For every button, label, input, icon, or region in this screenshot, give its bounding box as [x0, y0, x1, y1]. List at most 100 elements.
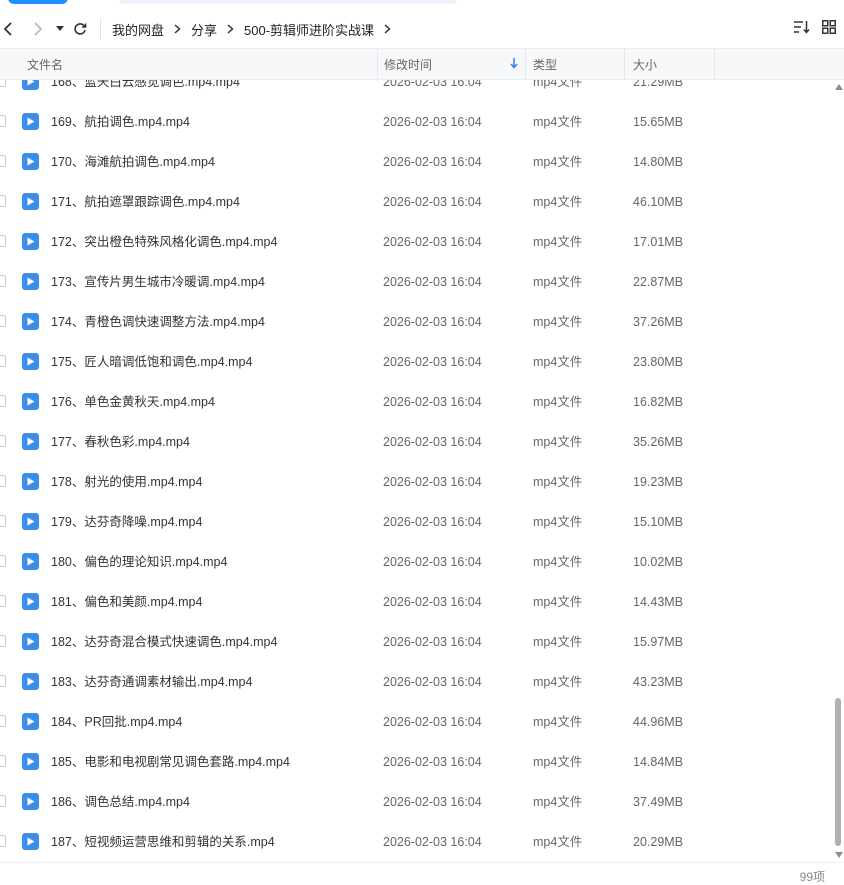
table-row[interactable]: 171、航拍遮罩跟踪调色.mp4.mp4 2026-02-03 16:04 mp4文…	[0, 182, 832, 222]
sort-list-icon	[794, 20, 810, 34]
file-name[interactable]: 171、航拍遮罩跟踪调色.mp4.mp4	[51, 182, 240, 222]
file-modified-time: 2026-02-03 16:04	[383, 715, 482, 729]
video-file-icon	[22, 433, 39, 450]
table-row[interactable]: 179、达芬奇降噪.mp4.mp4 2026-02-03 16:04 mp4文件 15…	[0, 502, 832, 542]
top-tab-active[interactable]	[8, 0, 68, 4]
file-type: mp4文件	[533, 115, 583, 129]
row-checkbox[interactable]	[0, 675, 6, 687]
back-button[interactable]	[0, 11, 18, 47]
row-checkbox[interactable]	[0, 755, 6, 767]
breadcrumb-item-share[interactable]: 分享	[191, 20, 217, 39]
file-type: mp4文件	[533, 835, 583, 849]
row-checkbox[interactable]	[0, 835, 6, 847]
scroll-up-arrow-icon[interactable]	[835, 84, 843, 90]
table-row[interactable]: 173、宣传片男生城市冷暖调.mp4.mp4 2026-02-03 16:04 mp…	[0, 262, 832, 302]
vertical-scrollbar[interactable]	[832, 80, 844, 862]
row-checkbox[interactable]	[0, 475, 6, 487]
table-row[interactable]: 172、突出橙色特殊风格化调色.mp4.mp4 2026-02-03 16:04 m…	[0, 222, 832, 262]
table-row[interactable]: 185、电影和电视剧常见调色套路.mp4.mp4 2026-02-03 16:04…	[0, 742, 832, 782]
row-checkbox[interactable]	[0, 315, 6, 327]
table-row[interactable]: 174、青橙色调快速调整方法.mp4.mp4 2026-02-03 16:04 mp…	[0, 302, 832, 342]
table-row[interactable]: 183、达芬奇通调素材输出.mp4.mp4 2026-02-03 16:04 mp4…	[0, 662, 832, 702]
row-checkbox[interactable]	[0, 795, 6, 807]
column-divider[interactable]	[525, 49, 526, 79]
breadcrumb-item-root[interactable]: 我的网盘	[112, 20, 164, 39]
row-checkbox[interactable]	[0, 115, 6, 127]
file-name[interactable]: 186、调色总结.mp4.mp4	[51, 782, 190, 822]
file-name[interactable]: 175、匠人暗调低饱和调色.mp4.mp4	[51, 342, 252, 382]
column-divider[interactable]	[714, 49, 715, 79]
table-row[interactable]: 168、蓝天白云感觉调色.mp4.mp4 2026-02-03 16:04 mp4文…	[0, 80, 832, 102]
file-name[interactable]: 172、突出橙色特殊风格化调色.mp4.mp4	[51, 222, 277, 262]
video-file-icon	[22, 473, 39, 490]
file-list: 168、蓝天白云感觉调色.mp4.mp4 2026-02-03 16:04 mp4文…	[0, 80, 832, 860]
table-row[interactable]: 180、偏色的理论知识.mp4.mp4 2026-02-03 16:04 mp4文件…	[0, 542, 832, 582]
table-row[interactable]: 186、调色总结.mp4.mp4 2026-02-03 16:04 mp4文件 37.…	[0, 782, 832, 822]
row-checkbox[interactable]	[0, 595, 6, 607]
file-name[interactable]: 180、偏色的理论知识.mp4.mp4	[51, 542, 227, 582]
grid-view-icon	[822, 19, 836, 34]
refresh-button[interactable]	[70, 11, 90, 47]
file-modified-time: 2026-02-03 16:04	[383, 395, 482, 409]
scroll-down-arrow-icon[interactable]	[835, 852, 843, 858]
file-size: 19.23MB	[633, 475, 684, 489]
file-name[interactable]: 176、单色金黄秋天.mp4.mp4	[51, 382, 215, 422]
row-checkbox[interactable]	[0, 715, 6, 727]
chevron-right-icon[interactable]	[384, 24, 391, 34]
file-name[interactable]: 179、达芬奇降噪.mp4.mp4	[51, 502, 202, 542]
file-modified-time: 2026-02-03 16:04	[383, 515, 482, 529]
table-row[interactable]: 184、PR回批.mp4.mp4 2026-02-03 16:04 mp4文件 44.…	[0, 702, 832, 742]
video-file-icon	[22, 393, 39, 410]
row-checkbox[interactable]	[0, 80, 6, 87]
row-checkbox[interactable]	[0, 635, 6, 647]
row-checkbox[interactable]	[0, 395, 6, 407]
file-name[interactable]: 182、达芬奇混合模式快速调色.mp4.mp4	[51, 622, 277, 662]
file-name[interactable]: 185、电影和电视剧常见调色套路.mp4.mp4	[51, 742, 290, 782]
file-name[interactable]: 168、蓝天白云感觉调色.mp4.mp4	[51, 80, 240, 102]
table-row[interactable]: 177、春秋色彩.mp4.mp4 2026-02-03 16:04 mp4文件 35.…	[0, 422, 832, 462]
video-file-icon	[22, 313, 39, 330]
table-row[interactable]: 181、偏色和美颜.mp4.mp4 2026-02-03 16:04 mp4文件 14…	[0, 582, 832, 622]
table-row[interactable]: 178、射光的使用.mp4.mp4 2026-02-03 16:04 mp4文件 19…	[0, 462, 832, 502]
row-checkbox[interactable]	[0, 155, 6, 167]
row-checkbox[interactable]	[0, 555, 6, 567]
table-row[interactable]: 170、海滩航拍调色.mp4.mp4 2026-02-03 16:04 mp4文件 1…	[0, 142, 832, 182]
column-divider[interactable]	[624, 49, 625, 79]
table-row[interactable]: 182、达芬奇混合模式快速调色.mp4.mp4 2026-02-03 16:04 m…	[0, 622, 832, 662]
file-name[interactable]: 181、偏色和美颜.mp4.mp4	[51, 582, 202, 622]
row-checkbox[interactable]	[0, 195, 6, 207]
column-header-type[interactable]: 类型	[533, 49, 557, 79]
table-row[interactable]: 187、短视频运营思维和剪辑的关系.mp4 2026-02-03 16:04 mp4…	[0, 822, 832, 860]
file-type: mp4文件	[533, 595, 583, 609]
file-size: 15.10MB	[633, 515, 684, 529]
table-row[interactable]: 176、单色金黄秋天.mp4.mp4 2026-02-03 16:04 mp4文件 1…	[0, 382, 832, 422]
column-header-size[interactable]: 大小	[633, 49, 657, 79]
row-checkbox[interactable]	[0, 235, 6, 247]
history-dropdown-button[interactable]	[52, 11, 68, 47]
file-name[interactable]: 187、短视频运营思维和剪辑的关系.mp4	[51, 822, 275, 860]
column-divider[interactable]	[377, 49, 378, 79]
row-checkbox[interactable]	[0, 275, 6, 287]
table-row[interactable]: 169、航拍调色.mp4.mp4 2026-02-03 16:04 mp4文件 15.…	[0, 102, 832, 142]
file-name[interactable]: 178、射光的使用.mp4.mp4	[51, 462, 202, 502]
file-modified-time: 2026-02-03 16:04	[383, 675, 482, 689]
file-name[interactable]: 177、春秋色彩.mp4.mp4	[51, 422, 190, 462]
table-row[interactable]: 175、匠人暗调低饱和调色.mp4.mp4 2026-02-03 16:04 mp4…	[0, 342, 832, 382]
forward-button[interactable]	[28, 11, 48, 47]
file-name[interactable]: 184、PR回批.mp4.mp4	[51, 702, 182, 742]
breadcrumb-item-current[interactable]: 500-剪辑师进阶实战课	[244, 20, 374, 39]
file-name[interactable]: 173、宣传片男生城市冷暖调.mp4.mp4	[51, 262, 265, 302]
file-name[interactable]: 174、青橙色调快速调整方法.mp4.mp4	[51, 302, 265, 342]
file-name[interactable]: 169、航拍调色.mp4.mp4	[51, 102, 190, 142]
view-mode-button[interactable]	[822, 19, 836, 39]
column-header-name[interactable]: 文件名	[27, 49, 63, 79]
scrollbar-thumb[interactable]	[835, 698, 841, 846]
sort-button[interactable]	[793, 20, 810, 39]
column-header-time[interactable]: 修改时间	[384, 49, 432, 79]
row-checkbox[interactable]	[0, 515, 6, 527]
file-name[interactable]: 183、达芬奇通调素材输出.mp4.mp4	[51, 662, 252, 702]
row-checkbox[interactable]	[0, 435, 6, 447]
file-name[interactable]: 170、海滩航拍调色.mp4.mp4	[51, 142, 215, 182]
row-checkbox[interactable]	[0, 355, 6, 367]
file-type: mp4文件	[533, 80, 583, 89]
